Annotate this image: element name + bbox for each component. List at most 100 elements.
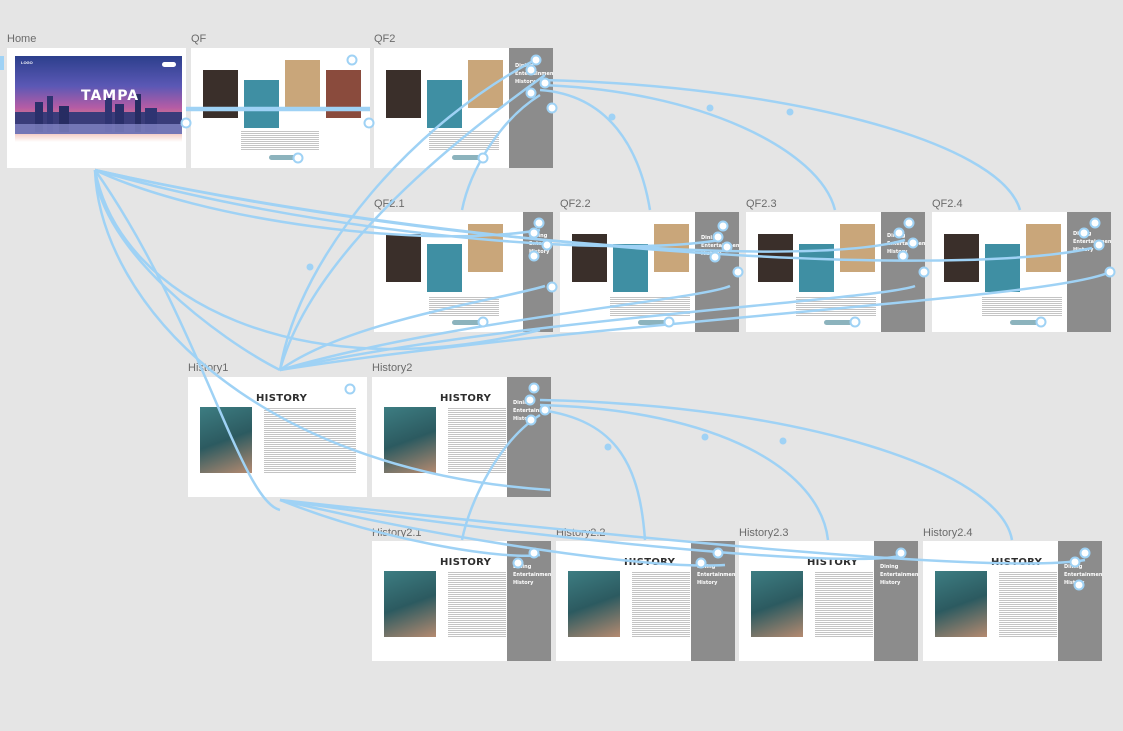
learn-more-button[interactable] (1010, 320, 1038, 325)
frame-label-qf2-2[interactable]: QF2.2 (560, 198, 591, 210)
menu-history[interactable]: History (887, 248, 925, 256)
photo-pool (427, 80, 462, 128)
frame-label-history2-4[interactable]: History2.4 (923, 527, 973, 539)
history-body-text (999, 571, 1057, 637)
menu-history[interactable]: History (1073, 246, 1111, 254)
menu-history[interactable]: History (880, 579, 918, 587)
menu-dining[interactable]: Dining (513, 563, 551, 571)
menu-dining[interactable]: Dining (1064, 563, 1102, 571)
menu-entertainment[interactable]: Entertainment (701, 242, 739, 250)
menu-entertainment[interactable]: Entertainment (529, 240, 553, 248)
photo-hand-with-pin (200, 407, 252, 473)
menu-history[interactable]: History (513, 579, 551, 587)
connection-waypoint (608, 113, 616, 121)
learn-more-button[interactable] (824, 320, 852, 325)
frame-qf2-2[interactable]: Dining Entertainment History (560, 212, 739, 332)
frame-label-qf[interactable]: QF (191, 33, 206, 45)
hero-title: TAMPA (81, 88, 140, 104)
frame-label-history2[interactable]: History2 (372, 362, 412, 374)
photo-hand-with-pin (568, 571, 620, 637)
connection-waypoint (706, 104, 714, 112)
history-heading: HISTORY (440, 393, 492, 404)
menu-entertainment[interactable]: Entertainment (515, 70, 553, 78)
history-heading: HISTORY (440, 557, 492, 568)
menu-history[interactable]: History (529, 248, 553, 256)
learn-more-button[interactable] (269, 155, 297, 160)
menu-dining[interactable]: Dining (513, 399, 551, 407)
history-body-text (448, 571, 506, 637)
frame-label-qf2-1[interactable]: QF2.1 (374, 198, 405, 210)
frame-history1[interactable]: HISTORY (188, 377, 367, 497)
photo-restaurant (758, 234, 793, 282)
frame-history2-3[interactable]: HISTORY Dining Entertainment History (739, 541, 918, 661)
menu-dining[interactable]: Dining (697, 563, 735, 571)
frame-history2-2[interactable]: HISTORY Dining Entertainment History (556, 541, 735, 661)
frame-label-history2-1[interactable]: History2.1 (372, 527, 422, 539)
frame-qf[interactable] (191, 48, 370, 168)
frame-label-qf2-4[interactable]: QF2.4 (932, 198, 963, 210)
frame-label-qf2-3[interactable]: QF2.3 (746, 198, 777, 210)
frame-history2-4[interactable]: HISTORY Dining Entertainment History (923, 541, 1102, 661)
photo-pool (244, 80, 279, 128)
menu-dining[interactable]: Dining (887, 232, 925, 240)
connection-waypoint (604, 443, 612, 451)
menu-entertainment[interactable]: Entertainment (513, 571, 551, 579)
frame-label-history1[interactable]: History1 (188, 362, 228, 374)
menu-history[interactable]: History (697, 579, 735, 587)
photo-restaurant (386, 234, 421, 282)
menu-entertainment[interactable]: Entertainment (697, 571, 735, 579)
logo[interactable]: LOGO (21, 60, 33, 65)
frame-history2[interactable]: HISTORY Dining Entertainment History (372, 377, 551, 497)
body-text (982, 296, 1062, 316)
menu-dining[interactable]: Dining (701, 234, 739, 242)
learn-more-button[interactable] (638, 320, 666, 325)
menu-entertainment[interactable]: Entertainment (513, 407, 551, 415)
menu-entertainment[interactable]: Entertainment (1073, 238, 1111, 246)
photo-rollercoaster (1026, 224, 1061, 272)
sidebar-menu: Dining Entertainment History (509, 48, 553, 168)
sidebar-menu: Dining Entertainment History (507, 377, 551, 497)
connection-line (539, 78, 1022, 211)
nav-button[interactable] (162, 62, 176, 67)
prototype-canvas[interactable]: Home LOGO TAMPA QF QF2 Dining Entertainm… (0, 0, 1123, 731)
connection-line (539, 83, 837, 211)
menu-history[interactable]: History (513, 415, 551, 423)
learn-more-button[interactable] (452, 320, 480, 325)
photo-hand-with-pin (384, 407, 436, 473)
menu-history[interactable]: History (1064, 579, 1102, 587)
menu-entertainment[interactable]: Entertainment (880, 571, 918, 579)
body-text (429, 130, 499, 150)
sidebar-menu: Dining Entertainment History (1067, 212, 1111, 332)
history-body-text (815, 571, 873, 637)
menu-dining[interactable]: Dining (529, 232, 553, 240)
photo-restaurant (203, 70, 238, 118)
history-heading: HISTORY (807, 557, 859, 568)
frame-qf2-3[interactable]: Dining Entertainment History (746, 212, 925, 332)
frame-label-home[interactable]: Home (7, 33, 36, 45)
menu-dining[interactable]: Dining (1073, 230, 1111, 238)
menu-history[interactable]: History (515, 78, 553, 86)
sidebar-menu: Dining Entertainment History (523, 212, 553, 332)
frame-label-history2-3[interactable]: History2.3 (739, 527, 789, 539)
menu-dining[interactable]: Dining (880, 563, 918, 571)
frame-qf2-1[interactable]: Dining Entertainment History (374, 212, 553, 332)
photo-hand-with-pin (935, 571, 987, 637)
frame-history2-1[interactable]: HISTORY Dining Entertainment History (372, 541, 551, 661)
menu-dining[interactable]: Dining (515, 62, 553, 70)
photo-rollercoaster (654, 224, 689, 272)
frame-label-history2-2[interactable]: History2.2 (556, 527, 606, 539)
frame-qf2-4[interactable]: Dining Entertainment History (932, 212, 1111, 332)
photo-restaurant (944, 234, 979, 282)
menu-entertainment[interactable]: Entertainment (1064, 571, 1102, 579)
photo-restaurant (386, 70, 421, 118)
frame-qf2[interactable]: Dining Entertainment History (374, 48, 553, 168)
history-heading: HISTORY (624, 557, 676, 568)
menu-history[interactable]: History (701, 250, 739, 258)
history-body-text (632, 571, 690, 637)
photo-rollercoaster (840, 224, 875, 272)
connection-waypoint (779, 437, 787, 445)
learn-more-button[interactable] (452, 155, 480, 160)
menu-entertainment[interactable]: Entertainment (887, 240, 925, 248)
frame-home[interactable]: LOGO TAMPA (7, 48, 186, 168)
frame-label-qf2[interactable]: QF2 (374, 33, 395, 45)
